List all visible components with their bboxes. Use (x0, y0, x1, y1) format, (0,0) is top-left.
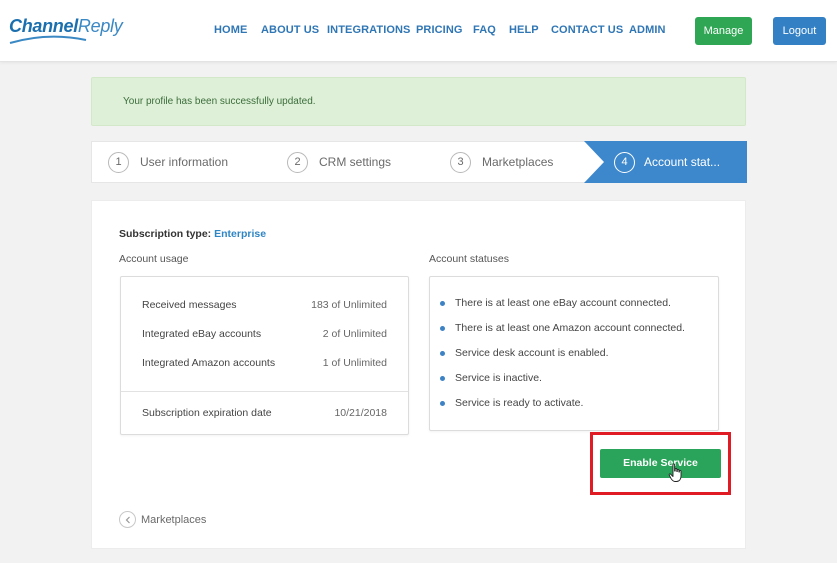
expiration-row: Subscription expiration date 10/21/2018 (142, 407, 387, 419)
step-number: 4 (614, 151, 635, 173)
manage-button[interactable]: Manage (695, 17, 752, 45)
step-account-status[interactable]: 4 Account stat... (584, 141, 747, 183)
subscription-type-value: Enterprise (214, 228, 267, 240)
nav-home[interactable]: HOME (214, 24, 247, 36)
subscription-type: Subscription type: Enterprise (119, 228, 266, 240)
usage-label: Received messages (142, 299, 237, 311)
nav-about-us[interactable]: ABOUT US (261, 24, 319, 36)
success-alert: Your profile has been successfully updat… (91, 77, 746, 126)
nav-pricing[interactable]: PRICING (416, 24, 463, 36)
logo-text-reply: Reply (77, 16, 123, 36)
subscription-type-label: Subscription type: (119, 228, 212, 240)
step-label: CRM settings (319, 155, 392, 169)
account-status-card: Subscription type: Enterprise Account us… (91, 200, 746, 549)
usage-value: 2 of Unlimited (322, 328, 387, 340)
step-number: 2 (287, 151, 308, 173)
status-text: Service desk account is enabled. (455, 347, 609, 359)
bullet-icon (440, 375, 445, 381)
logo-swoosh-icon (9, 35, 87, 44)
nav-integrations[interactable]: INTEGRATIONS (327, 24, 411, 36)
bullet-icon (440, 325, 445, 331)
expiration-value: 10/21/2018 (334, 407, 387, 419)
usage-label: Integrated eBay accounts (142, 328, 262, 340)
back-link-label: Marketplaces (141, 513, 207, 526)
account-usage-title: Account usage (119, 253, 189, 265)
logout-button[interactable]: Logout (773, 17, 826, 45)
status-text: There is at least one eBay account conne… (455, 297, 671, 309)
chevron-left-icon (119, 511, 136, 528)
wizard-steps: 1 User information 2 CRM settings 3 Mark… (91, 141, 747, 183)
logo-text-channel: Channel (9, 16, 78, 36)
status-item: Service is inactive. (440, 372, 542, 384)
enable-service-button[interactable]: Enable Service (600, 449, 721, 478)
hand-cursor-icon (668, 463, 682, 482)
step-marketplaces[interactable]: 3 Marketplaces (450, 142, 553, 182)
bullet-icon (440, 400, 445, 406)
bullet-icon (440, 300, 445, 306)
step-number: 1 (108, 151, 129, 173)
account-usage-panel: Received messages 183 of Unlimited Integ… (120, 276, 409, 435)
account-statuses-title: Account statuses (429, 253, 509, 265)
status-item: There is at least one Amazon account con… (440, 322, 685, 334)
step-label: Account stat... (644, 155, 721, 169)
site-header: ChannelReply HOME ABOUT US INTEGRATIONS … (0, 0, 837, 62)
usage-value: 183 of Unlimited (311, 299, 387, 311)
nav-help[interactable]: HELP (509, 24, 539, 36)
status-item: Service desk account is enabled. (440, 347, 609, 359)
nav-contact-us[interactable]: CONTACT US (551, 24, 623, 36)
bullet-icon (440, 350, 445, 356)
usage-label: Integrated Amazon accounts (142, 357, 276, 369)
status-text: There is at least one Amazon account con… (455, 322, 685, 334)
usage-value: 1 of Unlimited (322, 357, 387, 369)
status-item: Service is ready to activate. (440, 397, 583, 409)
step-label: User information (140, 155, 229, 169)
status-text: Service is ready to activate. (455, 397, 584, 409)
account-statuses-panel: There is at least one eBay account conne… (429, 276, 719, 431)
status-text: Service is inactive. (455, 372, 542, 384)
status-item: There is at least one eBay account conne… (440, 297, 671, 309)
step-crm-settings[interactable]: 2 CRM settings (287, 142, 391, 182)
step-user-information[interactable]: 1 User information (108, 142, 228, 182)
back-to-marketplaces-link[interactable]: Marketplaces (119, 511, 206, 528)
expiration-label: Subscription expiration date (142, 407, 272, 419)
step-label: Marketplaces (482, 155, 554, 169)
usage-row: Received messages 183 of Unlimited (142, 299, 387, 311)
nav-faq[interactable]: FAQ (473, 24, 496, 36)
step-number: 3 (450, 151, 471, 173)
alert-message: Your profile has been successfully updat… (123, 96, 316, 107)
usage-row: Integrated Amazon accounts 1 of Unlimite… (142, 357, 387, 369)
usage-row: Integrated eBay accounts 2 of Unlimited (142, 328, 387, 340)
usage-divider (121, 391, 408, 392)
nav-admin[interactable]: ADMIN (629, 24, 666, 36)
